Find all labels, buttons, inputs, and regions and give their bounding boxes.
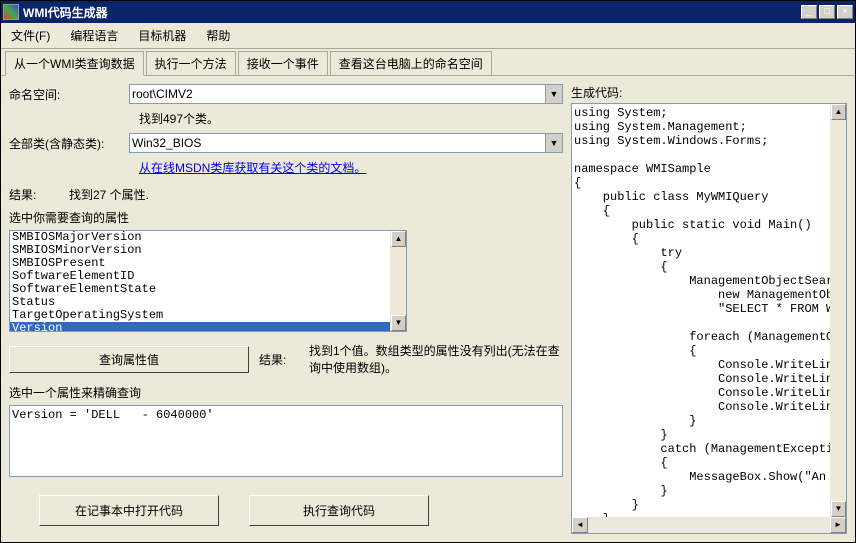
class-dropdown-button[interactable]: ▼ — [546, 133, 563, 153]
app-icon — [3, 4, 19, 20]
run-query-code-button[interactable]: 执行查询代码 — [249, 495, 429, 526]
query-property-button[interactable]: 查询属性值 — [9, 346, 249, 373]
namespace-label: 命名空间: — [9, 86, 129, 103]
select-property-label: 选中你需要查询的属性 — [9, 209, 563, 226]
scroll-down-button[interactable]: ▼ — [831, 501, 846, 517]
tab-query-data[interactable]: 从一个WMI类查询数据 — [5, 51, 144, 76]
result2-text: 找到1个值。数组类型的属性没有列出(无法在查询中使用数组)。 — [309, 342, 563, 376]
scroll-track[interactable] — [391, 247, 406, 315]
minimize-button[interactable]: _ — [801, 5, 817, 19]
menu-language[interactable]: 编程语言 — [64, 25, 124, 46]
tab-execute-method[interactable]: 执行一个方法 — [146, 51, 236, 75]
menubar: 文件(F) 编程语言 目标机器 帮助 — [1, 23, 855, 49]
namespace-dropdown-button[interactable]: ▼ — [546, 84, 563, 104]
content-area: 命名空间: ▼ 找到497个类。 全部类(含静态类): ▼ 从在线MSDN类库获… — [1, 76, 855, 542]
menu-help[interactable]: 帮助 — [200, 25, 236, 46]
refine-textarea[interactable] — [9, 405, 563, 477]
close-button[interactable]: × — [837, 5, 853, 19]
msdn-link[interactable]: 从在线MSDN类库获取有关这个类的文档。 — [139, 161, 366, 175]
namespace-input[interactable] — [129, 84, 546, 104]
list-item-selected[interactable]: Version — [10, 322, 390, 331]
result-count: 找到27 个属性. — [69, 186, 149, 203]
result2-label: 结果: — [259, 351, 299, 368]
scroll-down-button[interactable]: ▼ — [391, 315, 406, 331]
class-label: 全部类(含静态类): — [9, 135, 129, 152]
menu-file[interactable]: 文件(F) — [5, 25, 56, 46]
code-text[interactable]: using System; using System.Management; u… — [572, 104, 830, 517]
right-panel: 生成代码: using System; using System.Managem… — [571, 84, 847, 534]
scroll-right-button[interactable]: ► — [830, 517, 846, 533]
tabbar: 从一个WMI类查询数据 执行一个方法 接收一个事件 查看这台电脑上的命名空间 — [1, 49, 855, 76]
scroll-track[interactable] — [588, 517, 830, 533]
left-panel: 命名空间: ▼ 找到497个类。 全部类(含静态类): ▼ 从在线MSDN类库获… — [9, 84, 563, 534]
result-label: 结果: — [9, 186, 69, 203]
codegen-label: 生成代码: — [571, 84, 847, 101]
namespace-found-label: 找到497个类。 — [139, 110, 563, 127]
code-vscrollbar[interactable]: ▲ ▼ — [830, 104, 846, 517]
tab-view-namespaces[interactable]: 查看这台电脑上的命名空间 — [330, 51, 492, 75]
scroll-up-button[interactable]: ▲ — [391, 231, 406, 247]
tab-receive-event[interactable]: 接收一个事件 — [238, 51, 328, 75]
titlebar: WMI代码生成器 _ □ × — [1, 1, 855, 23]
listbox-scrollbar[interactable]: ▲ ▼ — [390, 231, 406, 331]
code-box: using System; using System.Management; u… — [571, 103, 847, 534]
maximize-button[interactable]: □ — [819, 5, 835, 19]
list-item[interactable]: SoftwareElementState — [10, 283, 390, 296]
refine-label: 选中一个属性来精确查询 — [9, 384, 563, 401]
property-listbox[interactable]: SMBIOSMajorVersion SMBIOSMinorVersion SM… — [9, 230, 407, 332]
class-input[interactable] — [129, 133, 546, 153]
open-in-notepad-button[interactable]: 在记事本中打开代码 — [39, 495, 219, 526]
code-hscrollbar[interactable]: ◄ ► — [572, 517, 846, 533]
scroll-track[interactable] — [831, 120, 846, 501]
scroll-left-button[interactable]: ◄ — [572, 517, 588, 533]
app-window: WMI代码生成器 _ □ × 文件(F) 编程语言 目标机器 帮助 从一个WMI… — [0, 0, 856, 543]
window-title: WMI代码生成器 — [23, 4, 799, 21]
scroll-up-button[interactable]: ▲ — [831, 104, 846, 120]
list-item[interactable]: TargetOperatingSystem — [10, 309, 390, 322]
menu-target[interactable]: 目标机器 — [132, 25, 192, 46]
